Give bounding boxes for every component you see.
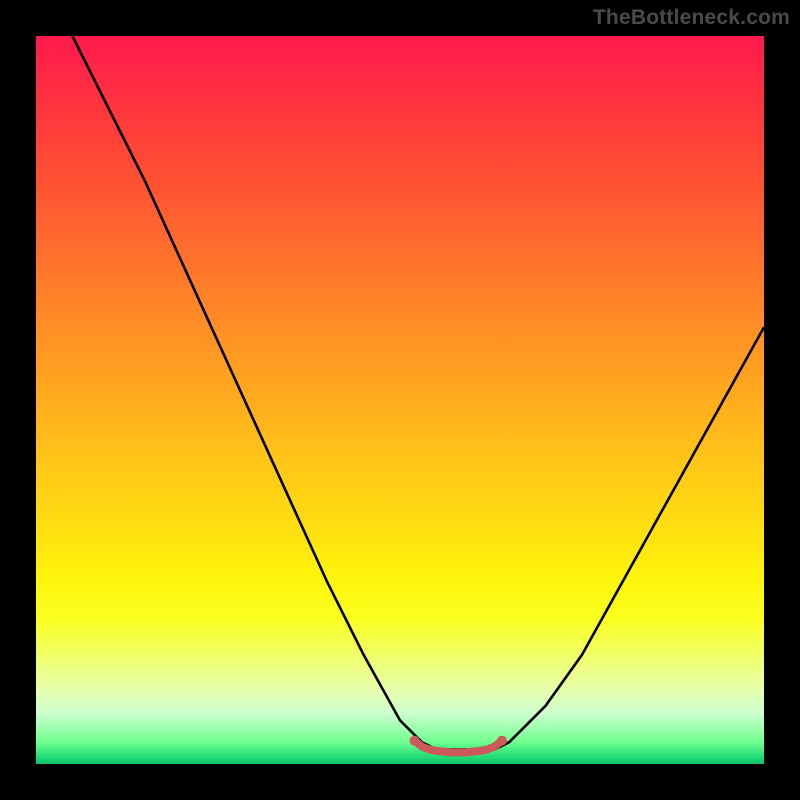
chart-svg bbox=[36, 36, 764, 764]
accent-endpoint-dot bbox=[410, 736, 420, 746]
flat-bottom-accent bbox=[415, 741, 502, 753]
bottleneck-curve bbox=[72, 36, 764, 749]
accent-endpoint-dot bbox=[497, 736, 507, 746]
watermark-text: TheBottleneck.com bbox=[593, 6, 790, 30]
plot-area bbox=[36, 36, 764, 764]
chart-frame: TheBottleneck.com bbox=[0, 0, 800, 800]
